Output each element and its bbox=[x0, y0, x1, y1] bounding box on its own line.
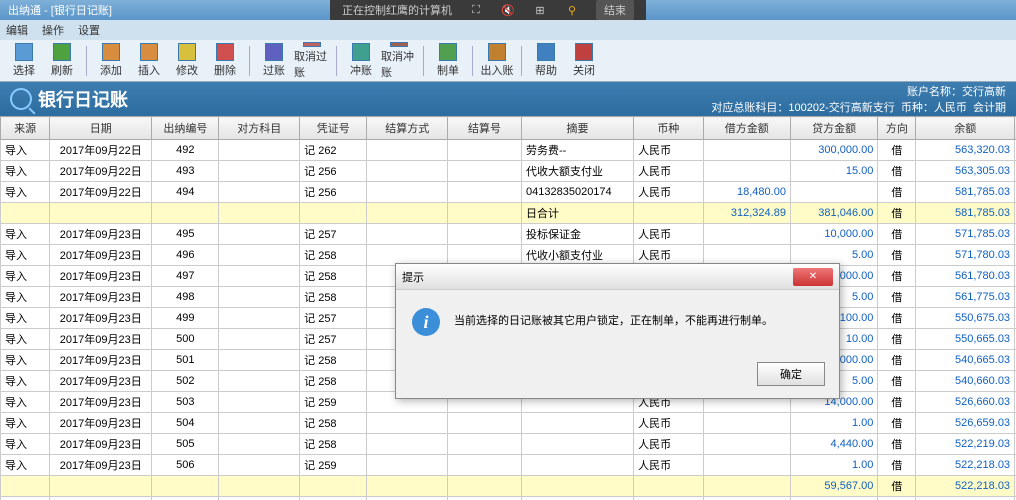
toolbar-选择[interactable]: 选择 bbox=[6, 42, 42, 80]
选择-icon bbox=[15, 43, 33, 61]
table-row[interactable]: 导入2017年09月24日507记 259人民币104.00借522,322.0… bbox=[1, 497, 1016, 500]
col-header[interactable]: 借方金额 bbox=[703, 117, 790, 140]
table-row[interactable]: 日合计312,324.89381,046.00借581,785.03 bbox=[1, 203, 1016, 224]
menu-设置[interactable]: 设置 bbox=[78, 22, 100, 38]
toolbar-出入账[interactable]: 出入账 bbox=[479, 42, 515, 80]
table-row[interactable]: 导入2017年09月23日505记 258人民币4,440.00借522,219… bbox=[1, 434, 1016, 455]
col-header[interactable]: 出纳编号 bbox=[152, 117, 219, 140]
info-icon: i bbox=[412, 308, 440, 336]
menu-编辑[interactable]: 编辑 bbox=[6, 22, 28, 38]
toolbar-取消过账[interactable]: 取消过账 bbox=[294, 42, 330, 80]
toolbar-插入[interactable]: 插入 bbox=[131, 42, 167, 80]
toolbar-过账[interactable]: 过账 bbox=[256, 42, 292, 80]
account-info: 账户名称：交行高新 对应总账科目：100202-交行高新支行 币种：人民币 会计… bbox=[711, 83, 1006, 115]
dialog-message: 当前选择的日记账被其它用户锁定，正在制单，不能再进行制单。 bbox=[454, 308, 773, 328]
remote-status-text: 正在控制红鹰的计算机 bbox=[342, 2, 452, 18]
取消冲账-icon bbox=[390, 42, 408, 47]
添加-icon bbox=[102, 43, 120, 61]
menubar: 编辑操作设置 bbox=[0, 20, 1016, 40]
toolbar-separator bbox=[336, 46, 337, 76]
toolbar-添加[interactable]: 添加 bbox=[93, 42, 129, 80]
toolbar-删除[interactable]: 删除 bbox=[207, 42, 243, 80]
toolbar-separator bbox=[423, 46, 424, 76]
page-header: 银行日记账 账户名称：交行高新 对应总账科目：100202-交行高新支行 币种：… bbox=[0, 82, 1016, 116]
window-title: 出纳通 - [银行日记账] bbox=[8, 2, 112, 18]
table-row[interactable]: 导入2017年09月23日504记 258人民币1.00借526,659.03 bbox=[1, 413, 1016, 434]
冲账-icon bbox=[352, 43, 370, 61]
fullscreen-icon[interactable]: ⛶ bbox=[468, 2, 484, 18]
add-icon[interactable]: ⊞ bbox=[532, 2, 548, 18]
col-header[interactable]: 余额 bbox=[916, 117, 1015, 140]
magnify-icon bbox=[10, 88, 32, 110]
menu-操作[interactable]: 操作 bbox=[42, 22, 64, 38]
toolbar-separator bbox=[472, 46, 473, 76]
过账-icon bbox=[265, 43, 283, 61]
table-row[interactable]: 导入2017年09月22日492记 262劳务费--人民币300,000.00借… bbox=[1, 140, 1016, 161]
message-dialog: 提示 ✕ i 当前选择的日记账被其它用户锁定，正在制单，不能再进行制单。 确定 bbox=[395, 263, 840, 399]
toolbar-separator bbox=[521, 46, 522, 76]
col-header[interactable]: 结算号 bbox=[448, 117, 522, 140]
toolbar-刷新[interactable]: 刷新 bbox=[44, 42, 80, 80]
page-title: 银行日记账 bbox=[10, 86, 128, 112]
toolbar-修改[interactable]: 修改 bbox=[169, 42, 205, 80]
ok-button[interactable]: 确定 bbox=[757, 362, 825, 386]
toolbar-取消冲账[interactable]: 取消冲账 bbox=[381, 42, 417, 80]
关闭-icon bbox=[575, 43, 593, 61]
table-row[interactable]: 导入2017年09月22日494记 25604132835020174人民币18… bbox=[1, 182, 1016, 203]
col-header[interactable]: 日期 bbox=[50, 117, 152, 140]
toolbar-制单[interactable]: 制单 bbox=[430, 42, 466, 80]
col-header[interactable]: 结算方式 bbox=[367, 117, 448, 140]
table-row[interactable]: 导入2017年09月22日493记 256代收大额支付业人民币15.00借563… bbox=[1, 161, 1016, 182]
table-row[interactable]: 导入2017年09月23日495记 257投标保证金人民币10,000.00借5… bbox=[1, 224, 1016, 245]
col-header[interactable]: 币种 bbox=[634, 117, 703, 140]
toolbar-关闭[interactable]: 关闭 bbox=[566, 42, 602, 80]
修改-icon bbox=[178, 43, 196, 61]
close-icon[interactable]: ✕ bbox=[793, 268, 833, 286]
mute-icon[interactable]: 🔇 bbox=[500, 2, 516, 18]
刷新-icon bbox=[53, 43, 71, 61]
remote-control-bar: 正在控制红鹰的计算机 ⛶ 🔇 ⊞ ⚲ 结束 bbox=[330, 0, 646, 20]
table-row[interactable]: 59,567.00借522,218.03 bbox=[1, 476, 1016, 497]
toolbar-冲账[interactable]: 冲账 bbox=[343, 42, 379, 80]
col-header[interactable]: 摘要 bbox=[522, 117, 634, 140]
pin-icon[interactable]: ⚲ bbox=[564, 2, 580, 18]
toolbar-帮助[interactable]: 帮助 bbox=[528, 42, 564, 80]
插入-icon bbox=[140, 43, 158, 61]
帮助-icon bbox=[537, 43, 555, 61]
取消过账-icon bbox=[303, 42, 321, 47]
toolbar: 选择刷新添加插入修改删除过账取消过账冲账取消冲账制单出入账帮助关闭 bbox=[0, 40, 1016, 82]
col-header[interactable]: 贷方金额 bbox=[790, 117, 877, 140]
dialog-title: 提示 bbox=[402, 269, 424, 285]
删除-icon bbox=[216, 43, 234, 61]
table-header-row: 来源日期出纳编号对方科目凭证号结算方式结算号摘要币种借方金额贷方金额方向余额部 bbox=[1, 117, 1016, 140]
col-header[interactable]: 凭证号 bbox=[300, 117, 367, 140]
dialog-titlebar: 提示 ✕ bbox=[396, 264, 839, 290]
制单-icon bbox=[439, 43, 457, 61]
col-header[interactable]: 方向 bbox=[878, 117, 916, 140]
col-header[interactable]: 对方科目 bbox=[219, 117, 300, 140]
toolbar-separator bbox=[86, 46, 87, 76]
出入账-icon bbox=[488, 43, 506, 61]
toolbar-separator bbox=[249, 46, 250, 76]
end-remote-button[interactable]: 结束 bbox=[596, 0, 634, 20]
table-row[interactable]: 导入2017年09月23日506记 259人民币1.00借522,218.03 bbox=[1, 455, 1016, 476]
col-header[interactable]: 来源 bbox=[1, 117, 50, 140]
